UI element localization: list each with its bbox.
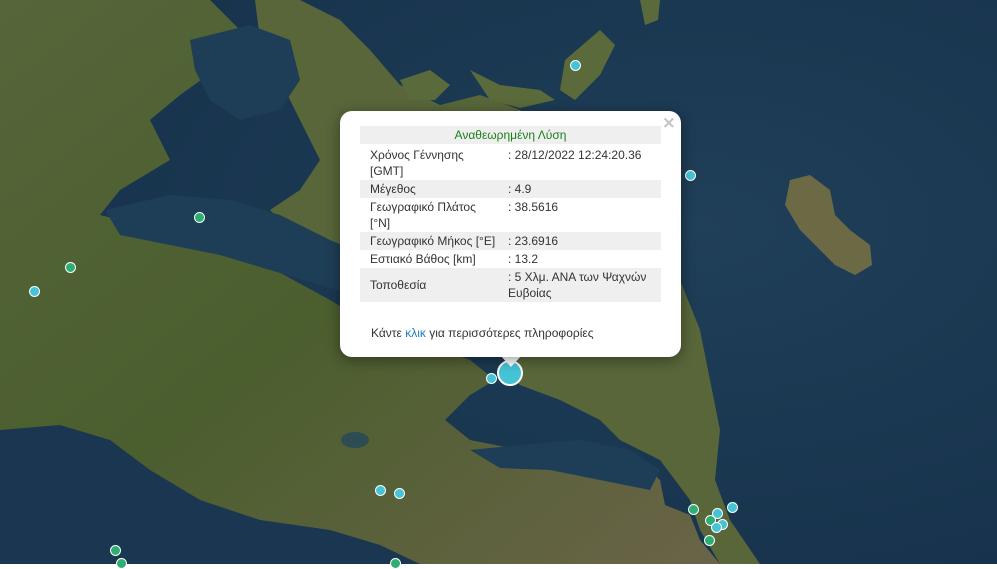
earthquake-marker[interactable] — [110, 545, 121, 556]
magnitude-label: Μέγεθος — [360, 180, 498, 198]
more-info-text: Κάντε κλικ για περισσότερες πληροφορίες — [371, 326, 594, 340]
detail-row-longitude: Γεωγραφικό Μήκος [°E] : 23.6916 — [360, 232, 661, 250]
detail-row-latitude: Γεωγραφικό Πλάτος [°N] : 38.5616 — [360, 198, 661, 232]
location-label: Τοποθεσία — [360, 268, 498, 302]
more-info-suffix: για περισσότερες πληροφορίες — [425, 326, 594, 340]
detail-row-depth: Εστιακό Βάθος [km] : 13.2 — [360, 250, 661, 268]
earthquake-marker[interactable] — [704, 535, 715, 546]
earthquake-marker[interactable] — [711, 522, 722, 533]
popup-title: Αναθεωρημένη Λύση — [360, 126, 661, 144]
detail-row-origin-time: Χρόνος Γέννησης [GMT] : 28/12/2022 12:24… — [360, 146, 661, 180]
latitude-value: : 38.5616 — [508, 200, 559, 214]
earthquake-marker[interactable] — [194, 212, 205, 223]
magnitude-value: : 4.9 — [498, 180, 661, 198]
earthquake-info-popup: × Αναθεωρημένη Λύση Χρόνος Γέννησης [GMT… — [340, 111, 681, 357]
detail-row-location: Τοποθεσία : 5 Χλμ. ΑΝΑ των Ψαχνών Ευβοία… — [360, 268, 661, 302]
latitude-label: Γεωγραφικό Πλάτος [°N] — [370, 200, 476, 230]
earthquake-details-table: Χρόνος Γέννησης [GMT] : 28/12/2022 12:24… — [360, 146, 661, 302]
more-info-link[interactable]: κλικ — [405, 326, 426, 340]
depth-label: Εστιακό Βάθος [km] — [370, 252, 476, 266]
earthquake-marker[interactable] — [570, 60, 581, 71]
origin-time-value: : 28/12/2022 12:24:20.36 — [508, 148, 642, 162]
longitude-label: Γεωγραφικό Μήκος [°E] — [360, 232, 498, 250]
origin-time-label: Χρόνος Γέννησης [GMT] — [370, 148, 464, 178]
longitude-value: : 23.6916 — [498, 232, 661, 250]
close-icon[interactable]: × — [662, 114, 676, 132]
earthquake-marker[interactable] — [65, 262, 76, 273]
earthquake-marker[interactable] — [685, 170, 696, 181]
earthquake-marker[interactable] — [688, 504, 699, 515]
location-value: : 5 Χλμ. ΑΝΑ των Ψαχνών Ευβοίας — [498, 268, 661, 302]
depth-value: : 13.2 — [508, 252, 539, 266]
more-info-prefix: Κάντε — [371, 326, 406, 340]
earthquake-marker[interactable] — [29, 286, 40, 297]
earthquake-marker[interactable] — [375, 485, 386, 496]
earthquake-marker[interactable] — [486, 373, 497, 384]
lake — [341, 432, 369, 448]
detail-row-magnitude: Μέγεθος : 4.9 — [360, 180, 661, 198]
earthquake-marker[interactable] — [394, 488, 405, 499]
earthquake-marker[interactable] — [727, 502, 738, 513]
